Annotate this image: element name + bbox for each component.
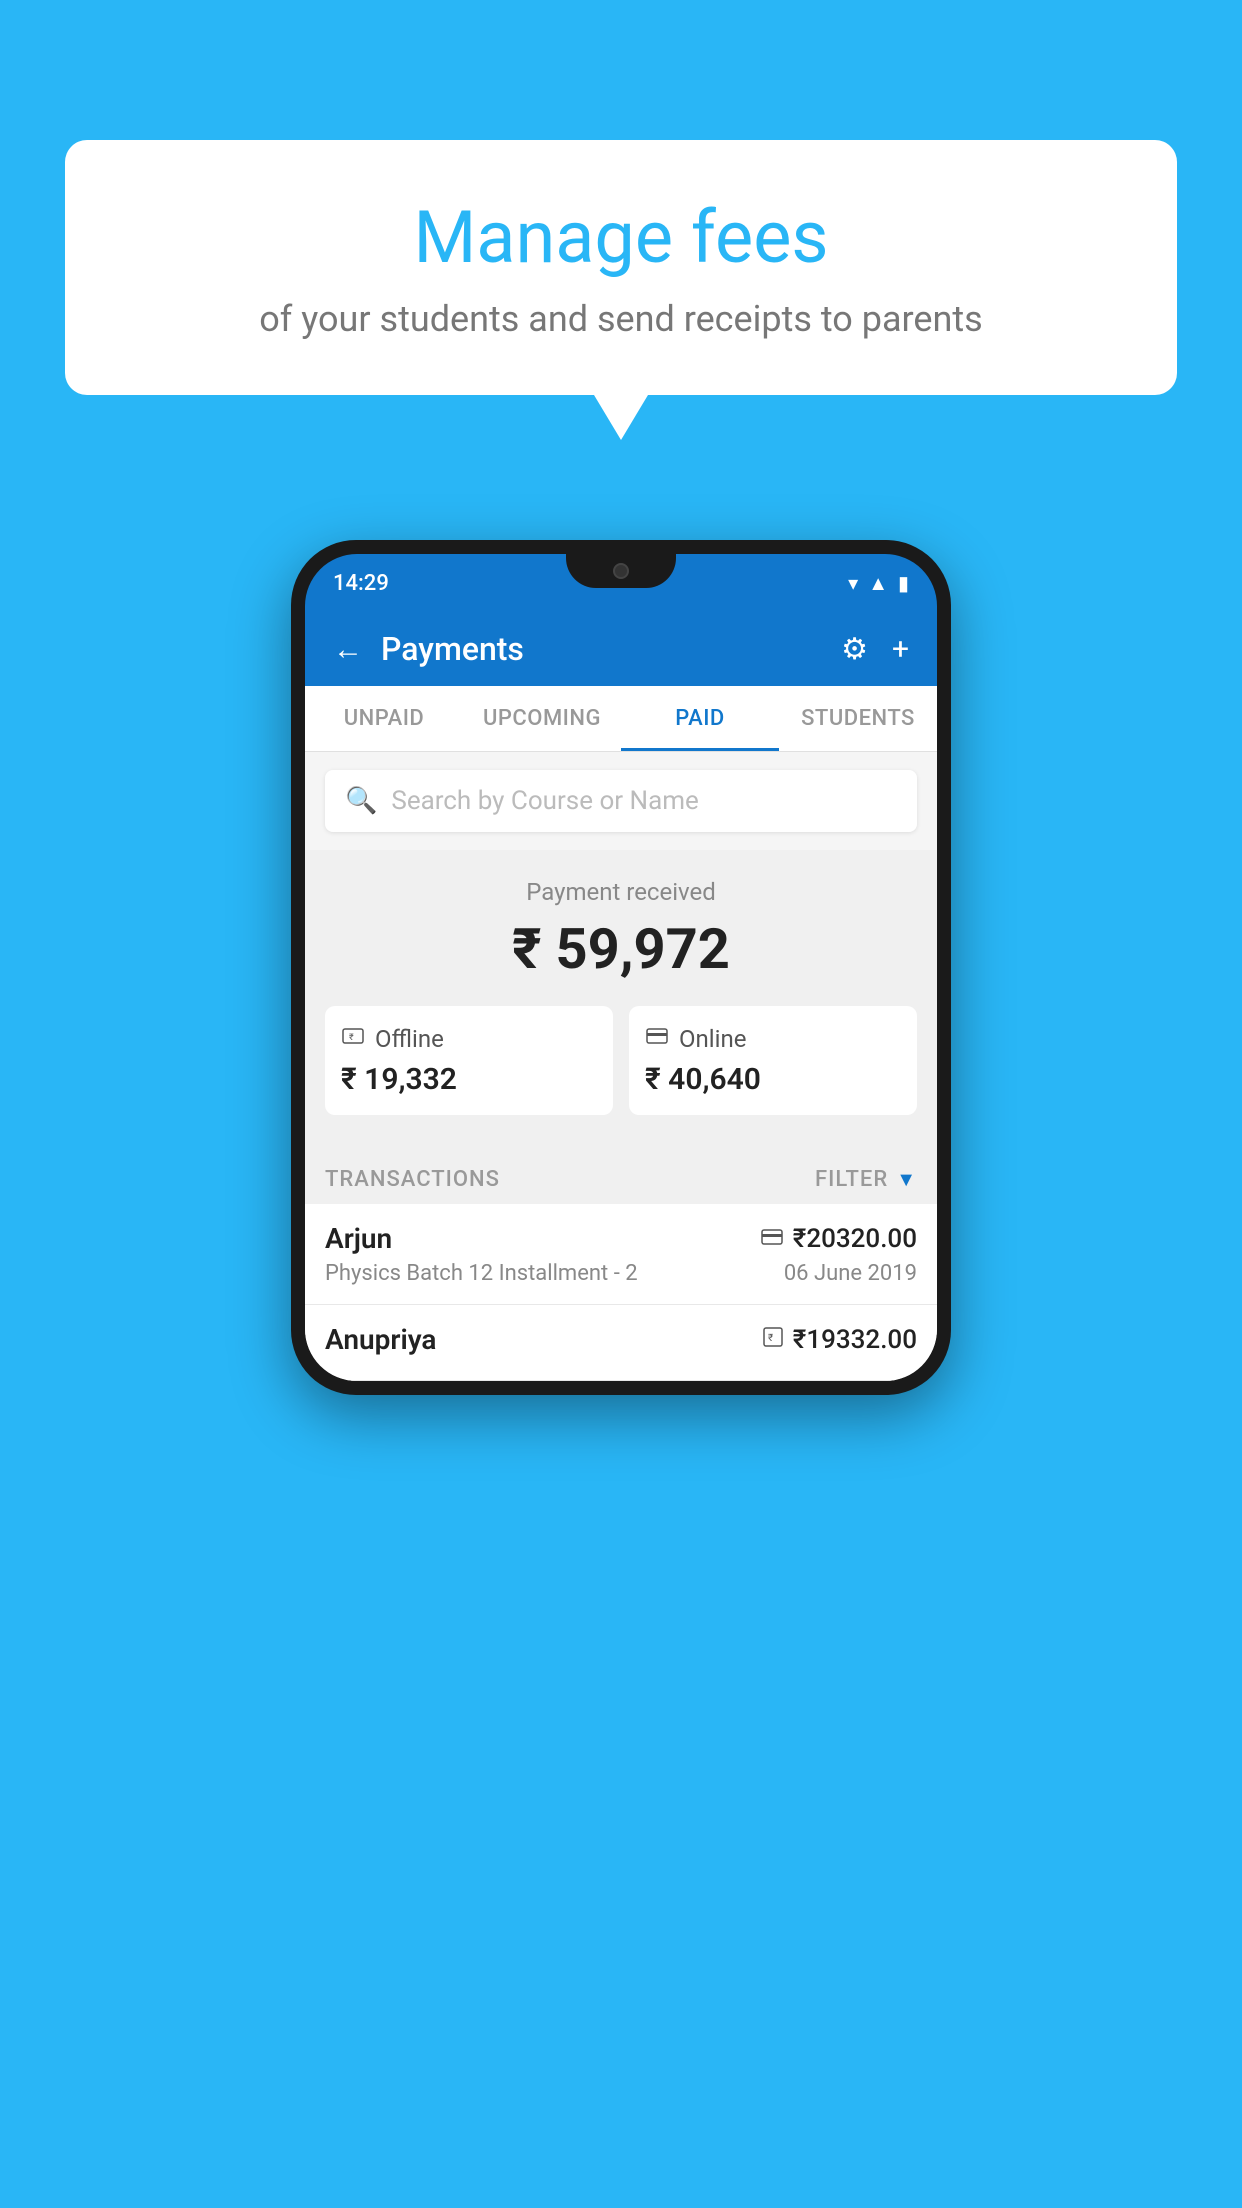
page-title: Payments	[381, 630, 524, 668]
transaction-amount-wrap: ₹ ₹19332.00	[763, 1325, 917, 1355]
add-icon[interactable]: +	[892, 632, 909, 667]
tabs: UNPAID UPCOMING PAID STUDENTS	[305, 686, 937, 752]
online-card: Online ₹ 40,640	[629, 1006, 917, 1115]
tab-students[interactable]: STUDENTS	[779, 686, 937, 751]
transaction-amount: ₹19332.00	[793, 1325, 917, 1355]
online-amount: ₹ 40,640	[645, 1062, 901, 1097]
transaction-row[interactable]: Anupriya ₹ ₹19332.00	[305, 1305, 937, 1381]
header-left: ← Payments	[333, 630, 524, 668]
transactions-header: TRANSACTIONS FILTER ▼	[305, 1149, 937, 1204]
transaction-detail: Physics Batch 12 Installment - 2	[325, 1261, 638, 1286]
filter-button[interactable]: FILTER ▼	[815, 1167, 917, 1192]
search-icon: 🔍	[345, 786, 377, 816]
payment-cards: ₹ Offline ₹ 19,332	[325, 1006, 917, 1115]
online-icon	[645, 1024, 669, 1054]
offline-icon: ₹	[341, 1024, 365, 1054]
svg-text:₹: ₹	[768, 1333, 773, 1344]
transaction-date: 06 June 2019	[784, 1261, 917, 1286]
transaction-row[interactable]: Arjun ₹20320.00 Physics Batch 12 Install…	[305, 1204, 937, 1305]
phone-wrapper: 14:29 ▾ ▲ ▮ ← Payments ⚙ +	[291, 540, 951, 1395]
search-bar[interactable]: 🔍 Search by Course or Name	[325, 770, 917, 832]
status-icons: ▾ ▲ ▮	[848, 571, 909, 596]
transaction-bottom: Physics Batch 12 Installment - 2 06 June…	[325, 1261, 917, 1286]
payment-total-amount: ₹ 59,972	[325, 916, 917, 982]
online-card-header: Online	[645, 1024, 901, 1054]
transaction-top: Arjun ₹20320.00	[325, 1222, 917, 1255]
filter-icon: ▼	[896, 1167, 917, 1192]
tab-upcoming[interactable]: UPCOMING	[463, 686, 621, 751]
camera	[613, 563, 629, 579]
transaction-name: Arjun	[325, 1222, 392, 1255]
signal-icon: ▲	[868, 571, 888, 596]
transaction-amount: ₹20320.00	[793, 1224, 917, 1254]
transaction-top: Anupriya ₹ ₹19332.00	[325, 1323, 917, 1356]
tab-paid[interactable]: PAID	[621, 686, 779, 751]
app-header: ← Payments ⚙ +	[305, 612, 937, 686]
offline-label: Offline	[375, 1025, 444, 1053]
speech-bubble: Manage fees of your students and send re…	[65, 140, 1177, 395]
wifi-icon: ▾	[848, 571, 858, 595]
status-time: 14:29	[333, 571, 389, 596]
speech-bubble-container: Manage fees of your students and send re…	[65, 140, 1177, 395]
transaction-card-icon	[761, 1226, 783, 1251]
phone: 14:29 ▾ ▲ ▮ ← Payments ⚙ +	[291, 540, 951, 1395]
bubble-title: Manage fees	[125, 195, 1117, 280]
tab-unpaid[interactable]: UNPAID	[305, 686, 463, 751]
search-placeholder: Search by Course or Name	[391, 786, 698, 816]
transaction-rupee-icon: ₹	[763, 1327, 783, 1353]
transactions-label: TRANSACTIONS	[325, 1167, 500, 1192]
notch	[566, 554, 676, 588]
offline-card: ₹ Offline ₹ 19,332	[325, 1006, 613, 1115]
status-bar: 14:29 ▾ ▲ ▮	[305, 554, 937, 612]
online-label: Online	[679, 1025, 746, 1053]
offline-amount: ₹ 19,332	[341, 1062, 597, 1097]
filter-label: FILTER	[815, 1167, 888, 1192]
payment-received-label: Payment received	[325, 878, 917, 906]
header-right: ⚙ +	[841, 632, 909, 667]
transaction-amount-wrap: ₹20320.00	[761, 1224, 917, 1254]
payment-received-section: Payment received ₹ 59,972 ₹	[305, 850, 937, 1149]
offline-card-header: ₹ Offline	[341, 1024, 597, 1054]
bubble-subtitle: of your students and send receipts to pa…	[125, 298, 1117, 340]
battery-icon: ▮	[898, 571, 909, 595]
transaction-name: Anupriya	[325, 1323, 436, 1356]
phone-screen: ← Payments ⚙ + UNPAID UPCOMING PAID	[305, 612, 937, 1381]
svg-text:₹: ₹	[349, 1033, 354, 1043]
back-button[interactable]: ←	[333, 632, 363, 667]
settings-icon[interactable]: ⚙	[841, 632, 868, 667]
